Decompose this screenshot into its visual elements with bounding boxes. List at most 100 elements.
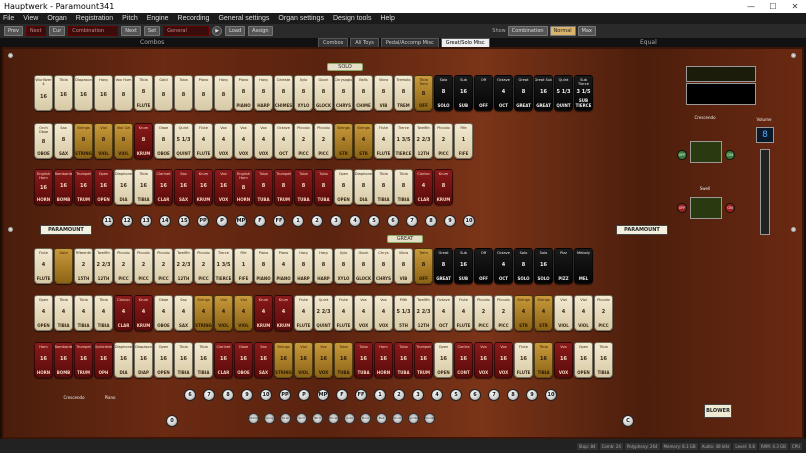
stop-tab[interactable]: Trumpet 16 TRUM	[414, 342, 433, 378]
tab-combos[interactable]: Combos	[318, 37, 349, 48]
stop-tab[interactable]: Piccolo 2 PICC	[434, 123, 453, 159]
piston[interactable]: P	[298, 389, 310, 401]
stop-tab[interactable]: Great 8 GREAT	[514, 75, 533, 111]
stop-tab[interactable]: Tuba 8 TUBA	[254, 169, 273, 205]
show-max-button[interactable]: Max	[577, 26, 596, 36]
stop-tab[interactable]: Sax 4 SAX	[174, 295, 193, 331]
menu-recording[interactable]: Recording	[178, 15, 210, 22]
piston[interactable]: F	[254, 215, 266, 227]
stop-tab[interactable]: Chrysoglott 8 CHRYS	[334, 75, 353, 111]
cres-up-dial[interactable]: ON	[725, 150, 735, 160]
stop-tab[interactable]: Strings 4 STR	[514, 295, 533, 331]
stop-tab[interactable]: Flute 4 FLUTE	[334, 295, 353, 331]
menu-design-tools[interactable]: Design tools	[333, 15, 372, 22]
stop-tab[interactable]: Tibia 16 TIBIA	[134, 169, 153, 205]
piston[interactable]: 10	[545, 389, 557, 401]
piston[interactable]: 6	[469, 389, 481, 401]
stop-tab[interactable]: Krum 4 KRUM	[254, 295, 273, 331]
maximize-button[interactable]: ☐	[762, 2, 784, 11]
stop-tab[interactable]: Harp 16	[94, 75, 113, 111]
stop-tab[interactable]: Flute 4 FLUTE	[374, 123, 393, 159]
stop-tab[interactable]: Harp 8 HARP	[314, 248, 333, 284]
stop-tab[interactable]: Diaphone 16 DIA	[114, 169, 133, 205]
stop-tab[interactable]: Open 16 OPEN	[94, 169, 113, 205]
stop-tab[interactable]: Piccolo 2 PICC	[114, 248, 133, 284]
stop-tab[interactable]: Twelfth 2 2/3 12TH	[414, 295, 433, 331]
stop-tab[interactable]: Quint 2 2/3 QUINT	[314, 295, 333, 331]
stop-tab[interactable]: Clarinet 16 CLAR	[154, 169, 173, 205]
stop-tab[interactable]: Wurlitzer 4 16	[34, 75, 53, 111]
stop-tab[interactable]: Vox 16 VOX	[494, 342, 513, 378]
stop-tab[interactable]: Tibia 4 TIBIA	[54, 295, 73, 331]
stop-tab[interactable]: English Horn 16 HORN	[34, 169, 53, 205]
current-button[interactable]: Cur	[48, 26, 66, 36]
stop-tab[interactable]: Strings 8 STRING	[74, 123, 93, 159]
play-icon[interactable]: ▶	[212, 26, 223, 36]
stop-tab[interactable]: Strings 4 STR	[534, 295, 553, 331]
toe-stud[interactable]: Siren	[280, 413, 291, 424]
stop-tab[interactable]: Tierce 1 3/5 TIERCE	[214, 248, 233, 284]
stop-tab[interactable]: Twelfth 2 2/3 12TH	[414, 123, 433, 159]
toe-right-piston[interactable]: C	[622, 415, 634, 427]
stop-tab[interactable]: Sax 16 SAX	[254, 342, 273, 378]
stop-tab[interactable]: Sub Tierce 3 1/5 SUB TIERCE	[574, 75, 593, 111]
tab-great-solo[interactable]: Great/Solo Misc	[440, 37, 490, 48]
stop-tab[interactable]: Piccolo 2 PICC	[594, 295, 613, 331]
stop-tab[interactable]: Trumpet 8 TRUM	[274, 169, 293, 205]
stop-tab[interactable]: Great Sub 16 GREAT	[534, 75, 553, 111]
stop-tab[interactable]: Oboe 8 OBOE	[154, 123, 173, 159]
stop-tab[interactable]: Sub 16 SUB	[454, 248, 473, 284]
stop-tab[interactable]: Bells 8 CHIME	[354, 75, 373, 111]
stop-tab[interactable]: Tibia 8 TIBIA	[374, 169, 393, 205]
piston[interactable]: FF	[273, 215, 285, 227]
tab-all-toys[interactable]: All Toys	[350, 37, 379, 48]
stop-tab[interactable]: Off OFF	[474, 75, 493, 111]
stop-tab[interactable]: Tuba 8	[174, 75, 193, 111]
toe-stud[interactable]: Bird	[312, 413, 323, 424]
stop-tab[interactable]: Flute 4 FLUTE	[294, 295, 313, 331]
stop-tab[interactable]: Tibia 16 TIBIA	[594, 342, 613, 378]
stop-tab[interactable]: Tibia 16 TIBIA	[534, 342, 553, 378]
stop-tab[interactable]: Harp 8 HARP	[294, 248, 313, 284]
stop-tab[interactable]: Tremolo 8 TREM	[394, 75, 413, 111]
stop-tab[interactable]: Viol 4 VIOL	[574, 295, 593, 331]
stop-tab[interactable]: Viol 8 VIOL	[94, 123, 113, 159]
stop-tab[interactable]: Open 8 OPEN	[334, 169, 353, 205]
stop-tab[interactable]: Krum 4 KRUM	[274, 295, 293, 331]
stop-tab[interactable]: Diaphone 8 DIA	[354, 169, 373, 205]
stop-tab[interactable]: Vibra 8 VIB	[394, 248, 413, 284]
piston[interactable]: 6	[387, 215, 399, 227]
menu-help[interactable]: Help	[380, 15, 394, 22]
stop-tab[interactable]: Oboe 4 OBOE	[154, 295, 173, 331]
piston[interactable]: 13	[140, 215, 152, 227]
piston[interactable]: P	[216, 215, 228, 227]
combination-field[interactable]: Combination	[68, 26, 119, 36]
piston[interactable]: 7	[203, 389, 215, 401]
stop-tab[interactable]: Glock 8 GLOCK	[314, 75, 333, 111]
piston[interactable]: 1	[292, 215, 304, 227]
expression-shoe[interactable]	[760, 149, 770, 235]
menu-organ-settings[interactable]: Organ settings	[278, 15, 324, 22]
stop-tab[interactable]: Oboe 16 OBOE	[234, 342, 253, 378]
stop-tab[interactable]: Solo 8 SOLO	[514, 248, 533, 284]
toe-stud[interactable]: Cymbal	[408, 413, 419, 424]
stop-tab[interactable]: Vox 16 VOX	[554, 342, 573, 378]
stop-tab[interactable]: Diapason 16 DIAP	[134, 342, 153, 378]
stop-tab[interactable]: Solo 8 SOLO	[434, 75, 453, 111]
stop-tab[interactable]: Tuba 8 TUBA	[294, 169, 313, 205]
stop-tab[interactable]: Viol 4 VIOL	[214, 295, 233, 331]
stop-tab[interactable]: Tuba 16 TUBA	[394, 342, 413, 378]
stop-tab[interactable]: Celeste 8 CHIMES	[274, 75, 293, 111]
stop-tab[interactable]: Piccolo 2 PICC	[194, 248, 213, 284]
stop-tab[interactable]: Quint 5 1/3 QUINT	[554, 75, 573, 111]
stop-tab[interactable]: Harp 8	[214, 75, 233, 111]
stop-tab[interactable]: Piano 4 PIANO	[274, 248, 293, 284]
piston[interactable]: MP	[235, 215, 247, 227]
piston[interactable]: 9	[444, 215, 456, 227]
piston[interactable]: 2	[311, 215, 323, 227]
stop-tab[interactable]: Trumpet 16 TRUM	[74, 169, 93, 205]
show-combination-button[interactable]: Combination	[507, 26, 548, 36]
piston[interactable]: 9	[241, 389, 253, 401]
stop-tab[interactable]: Strings 4 STR	[354, 123, 373, 159]
piston[interactable]: 3	[412, 389, 424, 401]
